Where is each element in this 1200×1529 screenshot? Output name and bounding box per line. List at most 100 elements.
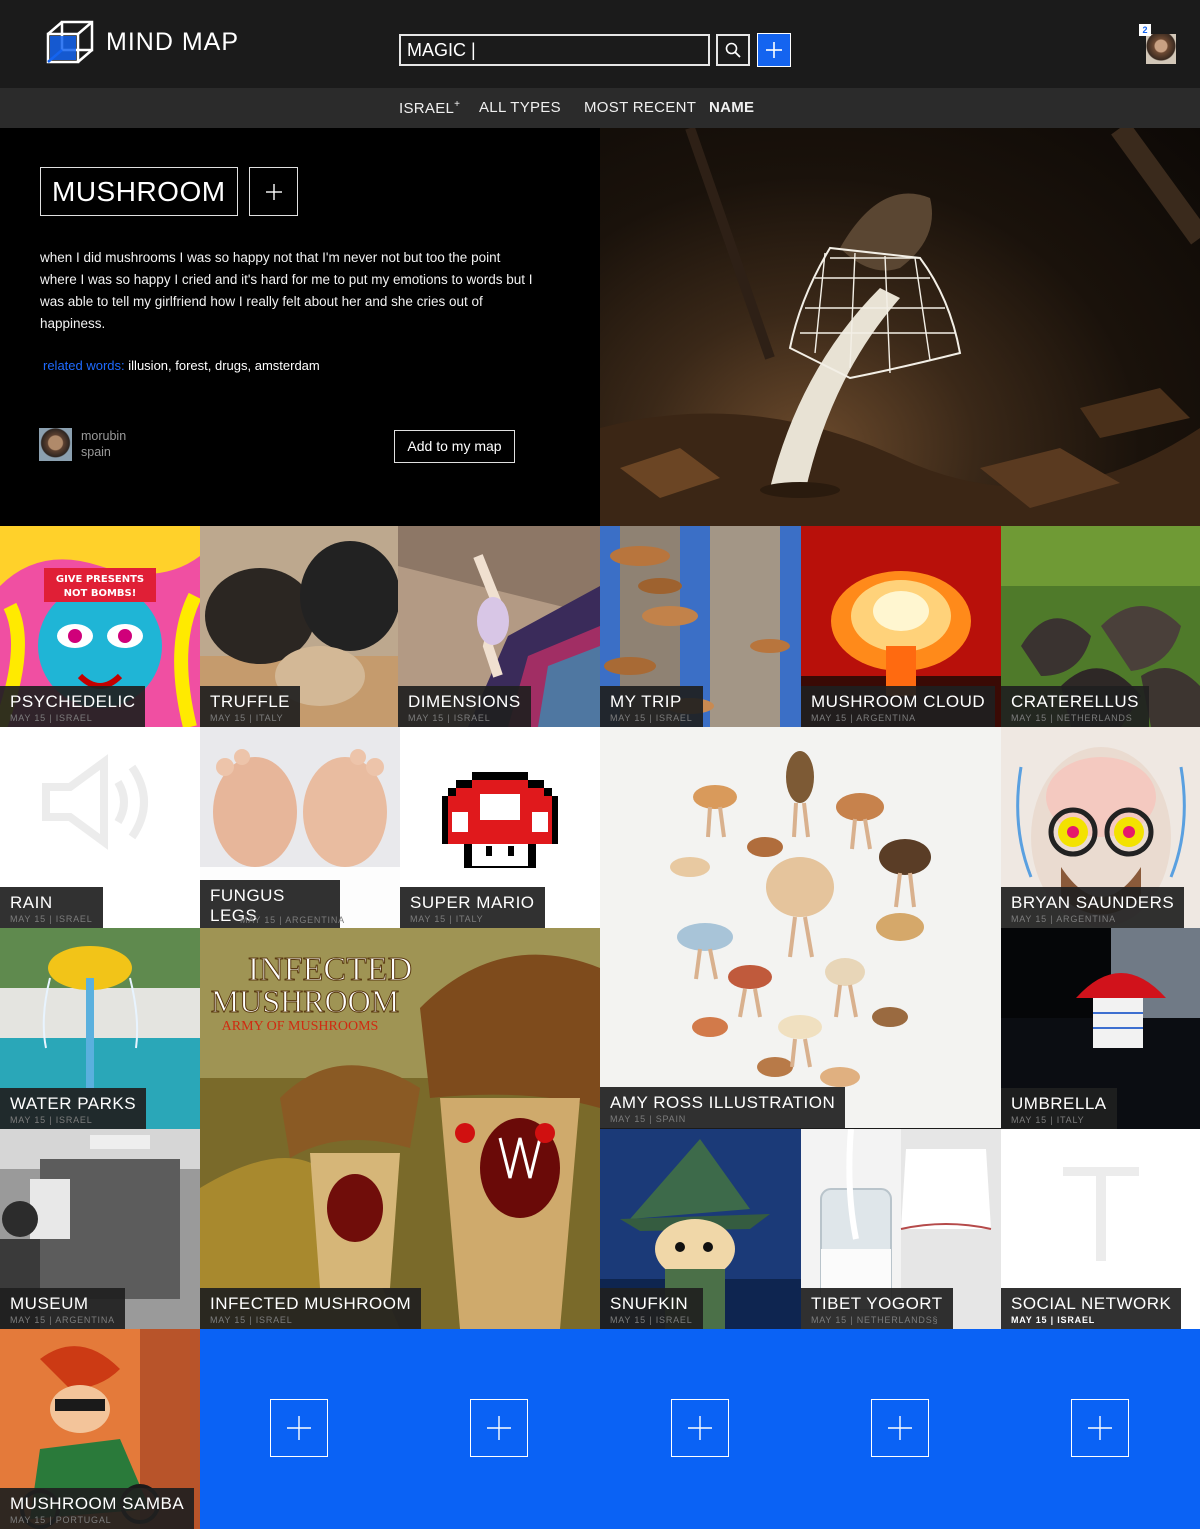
tile-label: TRUFFLE MAY 15 | ITALY bbox=[200, 686, 300, 727]
tile-label: WATER PARKS MAY 15 | ISRAEL bbox=[0, 1088, 147, 1129]
tile-label: PSYCHEDELIC MAY 15 | ISRAEL bbox=[0, 686, 146, 727]
tile-meta: MAY 15 | ARGENTINA bbox=[240, 915, 345, 925]
tile-title: DIMENSIONS bbox=[408, 692, 521, 711]
tile-museum[interactable]: MUSEUM MAY 15 | ARGENTINA bbox=[0, 1129, 200, 1329]
tile-amy-ross[interactable]: AMY ROSS ILLUSTRATION MAY 15 | SPAIN bbox=[600, 727, 1001, 1128]
add-item-button[interactable] bbox=[470, 1399, 528, 1457]
tile-meta: MAY 15 | ITALY bbox=[1011, 1115, 1085, 1125]
notification-badge[interactable]: 2 bbox=[1139, 24, 1151, 36]
tile-title: RAIN bbox=[10, 893, 53, 912]
author-name[interactable]: morubin bbox=[81, 429, 126, 443]
tile-meta: MAY 15 | NETHERLANDS§ bbox=[811, 1315, 939, 1325]
tile-bryan-saunders[interactable]: BRYAN SAUNDERS MAY 15 | ARGENTINA bbox=[1001, 727, 1200, 928]
tile-label: SNUFKIN MAY 15 | ISRAEL bbox=[600, 1288, 703, 1329]
add-item-tile[interactable] bbox=[1001, 1329, 1200, 1529]
tile-title: TIBET YOGORT bbox=[811, 1294, 943, 1313]
add-item-tile[interactable] bbox=[200, 1329, 400, 1529]
tile-title: SNUFKIN bbox=[610, 1294, 689, 1313]
tile-super-mario[interactable]: SUPER MARIO MAY 15 | ITALY bbox=[400, 727, 600, 928]
related-words-label: related words: bbox=[43, 358, 125, 373]
tile-meta: MAY 15 | ISRAEL bbox=[10, 713, 93, 723]
cube-logo-icon bbox=[46, 20, 94, 64]
user-menu[interactable]: 2 bbox=[1137, 24, 1177, 66]
add-item-button[interactable] bbox=[871, 1399, 929, 1457]
psychedelic-text-2: NOT BOMBS! bbox=[64, 588, 137, 599]
tile-title: MUSHROOM SAMBA bbox=[10, 1494, 185, 1513]
filter-sort-name[interactable]: NAME bbox=[709, 99, 754, 116]
tile-label: SUPER MARIO MAY 15 | ITALY bbox=[400, 887, 545, 928]
tile-meta: MAY 15 | ITALY bbox=[410, 914, 484, 924]
tile-label: MUSEUM MAY 15 | ARGENTINA bbox=[0, 1288, 125, 1329]
search-icon bbox=[725, 42, 741, 58]
filter-sort-recent[interactable]: MOST RECENT bbox=[584, 99, 696, 116]
app-title: MIND MAP bbox=[106, 27, 239, 56]
tile-meta: MAY 15 | ARGENTINA bbox=[811, 713, 916, 723]
tile-meta: MAY 15 | ISRAEL bbox=[210, 1315, 293, 1325]
add-item-button[interactable] bbox=[270, 1399, 328, 1457]
filter-location[interactable]: ISRAEL+ bbox=[399, 99, 460, 117]
tile-mushroom-samba[interactable]: MUSHROOM SAMBA MAY 15 | PORTUGAL bbox=[0, 1329, 200, 1529]
word-hero-image bbox=[600, 128, 1200, 526]
tile-label: AMY ROSS ILLUSTRATION MAY 15 | SPAIN bbox=[600, 1087, 846, 1128]
app-logo[interactable]: MIND MAP bbox=[46, 20, 239, 64]
filter-type[interactable]: ALL TYPES bbox=[479, 99, 561, 116]
tile-mushroom-cloud[interactable]: MUSHROOM CLOUD MAY 15 | ARGENTINA bbox=[801, 526, 1001, 727]
tile-infected-mushroom[interactable]: INFECTED MUSHROOM ARMY OF MUSHROOMS INFE… bbox=[200, 928, 600, 1329]
tile-meta: MAY 15 | SPAIN bbox=[610, 1114, 687, 1124]
author-avatar[interactable] bbox=[39, 428, 72, 461]
search-button[interactable] bbox=[716, 34, 750, 66]
tile-label: INFECTED MUSHROOM MAY 15 | ISRAEL bbox=[200, 1288, 422, 1329]
filter-bar: ISRAEL+ ALL TYPES MOST RECENT NAME bbox=[0, 88, 1200, 128]
tile-rain[interactable]: RAIN MAY 15 | ISRAEL bbox=[0, 727, 200, 928]
tile-title: CRATERELLUS bbox=[1011, 692, 1139, 711]
word-description: when I did mushrooms I was so happy not … bbox=[40, 250, 533, 331]
tile-fungus-legs[interactable]: FUNGUS LEGS MAY 15 | ARGENTINA bbox=[200, 727, 400, 928]
tile-label: SOCIAL NETWORK MAY 15 | ISRAEL bbox=[1001, 1288, 1182, 1329]
add-to-my-map-button[interactable]: Add to my map bbox=[394, 430, 515, 463]
tile-title: SOCIAL NETWORK bbox=[1011, 1294, 1172, 1313]
plus-icon bbox=[687, 1416, 712, 1440]
user-avatar[interactable] bbox=[1146, 34, 1176, 64]
tile-label: MUSHROOM SAMBA MAY 15 | PORTUGAL bbox=[0, 1488, 195, 1529]
tile-water-parks[interactable]: WATER PARKS MAY 15 | ISRAEL bbox=[0, 928, 200, 1129]
add-item-tile[interactable] bbox=[400, 1329, 600, 1529]
add-word-button[interactable] bbox=[757, 33, 791, 67]
tile-title: SUPER MARIO bbox=[410, 893, 535, 912]
tile-title: WATER PARKS bbox=[10, 1094, 137, 1113]
tile-truffle[interactable]: TRUFFLE MAY 15 | ITALY bbox=[200, 526, 398, 727]
tile-label: BRYAN SAUNDERS MAY 15 | ARGENTINA bbox=[1001, 887, 1185, 928]
tile-snufkin[interactable]: SNUFKIN MAY 15 | ISRAEL bbox=[600, 1129, 801, 1329]
tile-tibet-yogort[interactable]: TIBET YOGORT MAY 15 | NETHERLANDS§ bbox=[801, 1129, 1001, 1329]
add-item-tile[interactable] bbox=[600, 1329, 801, 1529]
tile-title: PSYCHEDELIC bbox=[10, 692, 136, 711]
author-location: spain bbox=[81, 445, 111, 459]
add-word-to-map-plus[interactable] bbox=[249, 167, 298, 216]
filter-location-plus: + bbox=[454, 99, 461, 110]
add-item-button[interactable] bbox=[1070, 1399, 1129, 1457]
album-title-line2: MUSHROOM bbox=[211, 983, 399, 1019]
tile-label: UMBRELLA MAY 15 | ITALY bbox=[1001, 1088, 1117, 1129]
tile-psychedelic[interactable]: GIVE PRESENTS NOT BOMBS! PSYCHEDELIC MAY… bbox=[0, 526, 200, 727]
tile-umbrella[interactable]: UMBRELLA MAY 15 | ITALY bbox=[1001, 928, 1200, 1129]
tile-craterellus[interactable]: CRATERELLUS MAY 15 | NETHERLANDS bbox=[1001, 526, 1200, 727]
tile-my-trip[interactable]: MY TRIP MAY 15 | ISRAEL bbox=[600, 526, 801, 727]
psychedelic-text-1: GIVE PRESENTS bbox=[56, 574, 144, 585]
filter-location-label: ISRAEL bbox=[399, 100, 455, 117]
add-item-tile[interactable] bbox=[801, 1329, 1001, 1529]
plus-icon bbox=[888, 1416, 912, 1440]
add-item-button[interactable] bbox=[670, 1399, 729, 1457]
tile-meta: MAY 15 | ISRAEL bbox=[10, 914, 93, 924]
plus-icon bbox=[487, 1416, 511, 1440]
plus-icon bbox=[265, 183, 282, 200]
tile-meta: MAY 15 | ISRAEL bbox=[408, 713, 491, 723]
tile-title: INFECTED MUSHROOM bbox=[210, 1294, 412, 1313]
tile-meta: MAY 15 | NETHERLANDS bbox=[1011, 713, 1133, 723]
search-input[interactable] bbox=[399, 34, 710, 66]
related-words-list[interactable]: illusion, forest, drugs, amsterdam bbox=[128, 358, 319, 373]
tile-title: MUSHROOM CLOUD bbox=[811, 692, 986, 711]
tile-label: MY TRIP MAY 15 | ISRAEL bbox=[600, 686, 703, 727]
tile-title: BRYAN SAUNDERS bbox=[1011, 893, 1175, 912]
tile-social-network[interactable]: SOCIAL NETWORK MAY 15 | ISRAEL bbox=[1001, 1129, 1200, 1329]
tile-label: DIMENSIONS MAY 15 | ISRAEL bbox=[398, 686, 531, 727]
tile-dimensions[interactable]: DIMENSIONS MAY 15 | ISRAEL bbox=[398, 526, 600, 727]
